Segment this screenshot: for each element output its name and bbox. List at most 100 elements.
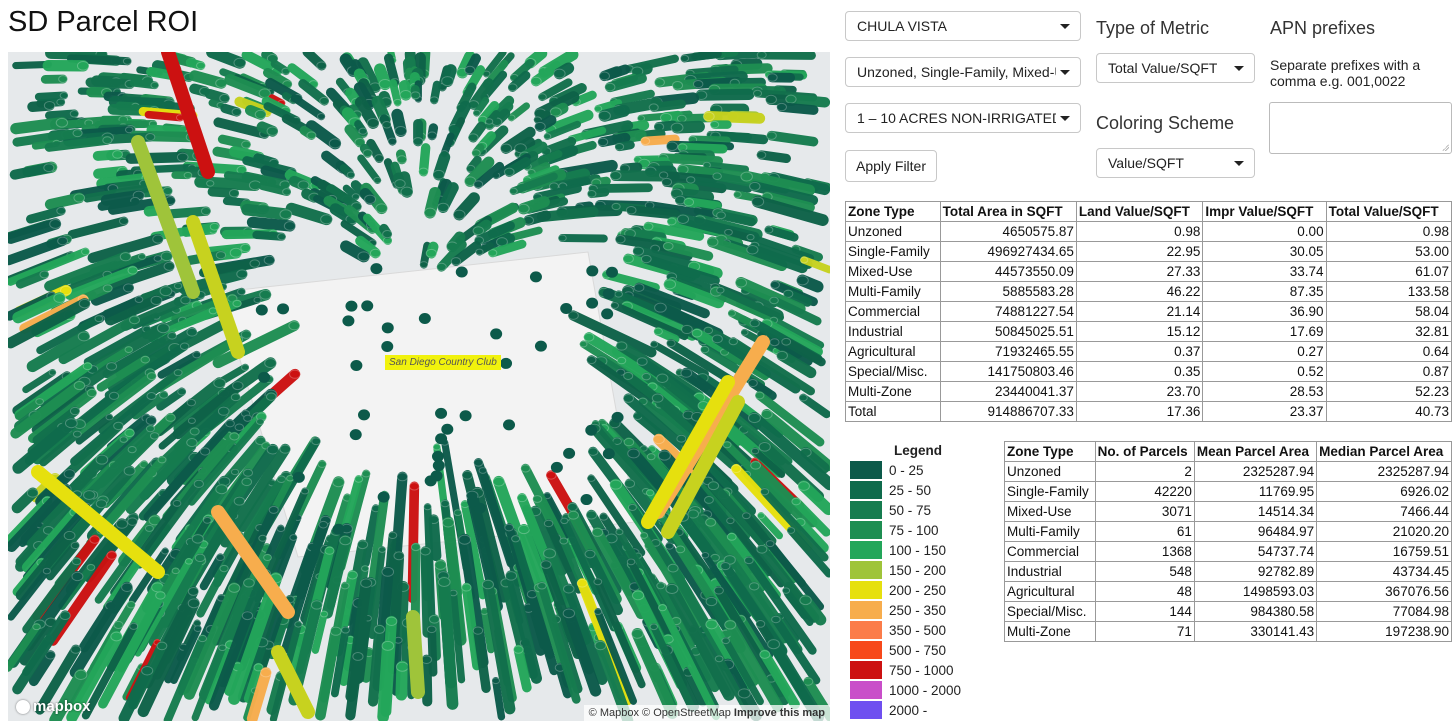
table-cell: 548 — [1094, 561, 1195, 582]
table-row: Total 914886707.33 17.36 23.37 40.73 — [845, 401, 1453, 422]
coloring-label: Coloring Scheme — [1096, 113, 1235, 133]
table-row: Commercial 1368 54737.74 16759.51 — [1004, 541, 1452, 562]
landuse-select-value: 1 – 10 ACRES NON-IRRIGATED, — [857, 110, 1056, 126]
parcel-header-cell: Mean Parcel Area — [1193, 441, 1318, 462]
table-cell: 22.95 — [1075, 241, 1204, 262]
table-row: Commercial 74881227.54 21.14 36.90 58.04 — [845, 301, 1453, 322]
city-select[interactable]: CHULA VISTA — [845, 11, 1081, 41]
table-cell: 984380.58 — [1193, 601, 1318, 622]
legend-item: 100 - 150 — [849, 540, 967, 560]
zone-select[interactable]: Unzoned, Single-Family, Mixed-Us — [845, 57, 1081, 87]
apn-label: APN prefixes — [1270, 18, 1376, 38]
legend-swatch — [849, 540, 883, 560]
table-cell: Industrial — [845, 321, 941, 342]
table-cell: 54737.74 — [1193, 541, 1318, 562]
table-cell: Total — [845, 401, 941, 422]
parcel-header-cell: Median Parcel Area — [1316, 441, 1452, 462]
table-cell: 144 — [1094, 601, 1195, 622]
coloring-select[interactable]: Value/SQFT — [1096, 148, 1255, 178]
table-cell: 23.37 — [1202, 401, 1327, 422]
table-cell: 0.64 — [1325, 341, 1453, 362]
legend-label: 25 - 50 — [889, 482, 932, 498]
zone-select-value: Unzoned, Single-Family, Mixed-Us — [857, 64, 1056, 80]
table-cell: 5885583.28 — [939, 281, 1077, 302]
table-cell: 914886707.33 — [939, 401, 1077, 422]
table-cell: 0.52 — [1202, 361, 1327, 382]
table-cell: 141750803.46 — [939, 361, 1077, 382]
table-cell: Single-Family — [1004, 481, 1096, 502]
value-header-cell: Land Value/SQFT — [1075, 201, 1204, 222]
legend-item: 500 - 750 — [849, 640, 967, 660]
page-title: SD Parcel ROI — [8, 6, 199, 38]
table-cell: 3071 — [1094, 501, 1195, 522]
table-cell: Unzoned — [845, 221, 941, 242]
legend-label: 250 - 350 — [889, 602, 947, 618]
table-cell: 0.27 — [1202, 341, 1327, 362]
chevron-down-icon — [1060, 24, 1070, 29]
legend-label: 100 - 150 — [889, 542, 947, 558]
metric-select-value: Total Value/SQFT — [1108, 60, 1218, 76]
table-row: Agricultural 71932465.55 0.37 0.27 0.64 — [845, 341, 1453, 362]
table-cell: 0.98 — [1325, 221, 1453, 242]
map-attribution: © Mapbox © OpenStreetMap Improve this ma… — [583, 705, 830, 721]
table-cell: 50845025.51 — [939, 321, 1077, 342]
table-cell: 330141.43 — [1193, 621, 1318, 642]
legend-item: 50 - 75 — [849, 500, 967, 520]
legend-swatch — [849, 660, 883, 680]
attribution-mapbox[interactable]: © Mapbox — [589, 707, 639, 719]
legend-swatch — [849, 500, 883, 520]
map-canvas[interactable] — [8, 52, 830, 721]
table-cell: 28.53 — [1202, 381, 1327, 402]
legend-item: 250 - 350 — [849, 600, 967, 620]
table-cell: 0.00 — [1202, 221, 1327, 242]
table-cell: 96484.97 — [1193, 521, 1318, 542]
parcel-table-header: Zone Type No. of Parcels Mean Parcel Area M… — [1004, 441, 1452, 462]
legend-label: 350 - 500 — [889, 622, 947, 638]
table-cell: 92782.89 — [1193, 561, 1318, 582]
table-row: Multi-Family 61 96484.97 21020.20 — [1004, 521, 1452, 542]
table-row: Unzoned 4650575.87 0.98 0.00 0.98 — [845, 221, 1453, 242]
attribution-improve-link[interactable]: Improve this map — [734, 707, 825, 719]
attribution-osm[interactable]: © OpenStreetMap — [642, 707, 731, 719]
table-cell: 1498593.03 — [1193, 581, 1318, 602]
table-cell: 15.12 — [1075, 321, 1204, 342]
table-cell: 53.00 — [1325, 241, 1453, 262]
map-view[interactable]: San Diego Country Club mapbox © Mapbox ©… — [8, 52, 830, 721]
table-cell: Multi-Zone — [845, 381, 941, 402]
table-cell: 87.35 — [1202, 281, 1327, 302]
landuse-select[interactable]: 1 – 10 ACRES NON-IRRIGATED, — [845, 103, 1081, 133]
resize-handle-icon[interactable] — [1442, 144, 1449, 151]
table-cell: 27.33 — [1075, 261, 1204, 282]
table-cell: 71932465.55 — [939, 341, 1077, 362]
table-row: Mixed-Use 3071 14514.34 7466.44 — [1004, 501, 1452, 522]
table-cell: 2325287.94 — [1193, 461, 1318, 482]
table-row: Industrial 50845025.51 15.12 17.69 32.81 — [845, 321, 1453, 342]
apn-input[interactable] — [1269, 102, 1452, 154]
legend-item: 750 - 1000 — [849, 660, 967, 680]
mapbox-logo[interactable]: mapbox — [16, 698, 91, 715]
table-cell: Commercial — [845, 301, 941, 322]
table-cell: Agricultural — [845, 341, 941, 362]
table-cell: 2 — [1094, 461, 1195, 482]
legend-item: 350 - 500 — [849, 620, 967, 640]
table-cell: 0.98 — [1075, 221, 1204, 242]
table-cell: Multi-Family — [1004, 521, 1096, 542]
table-cell: 33.74 — [1202, 261, 1327, 282]
metric-select[interactable]: Total Value/SQFT — [1096, 53, 1255, 83]
legend-item: 1000 - 2000 — [849, 680, 967, 700]
legend: Legend 0 - 25 25 - 50 50 - 75 75 - 100 100 -… — [849, 442, 967, 720]
chevron-down-icon — [1060, 70, 1070, 75]
table-cell: 21020.20 — [1316, 521, 1452, 542]
table-cell: 6926.02 — [1316, 481, 1452, 502]
apply-filter-button[interactable]: Apply Filter — [845, 150, 937, 182]
table-cell: 46.22 — [1075, 281, 1204, 302]
parcel-table: Zone Type No. of Parcels Mean Parcel Area M… — [1004, 441, 1452, 642]
legend-title: Legend — [893, 443, 942, 458]
table-row: Single-Family 42220 11769.95 6926.02 — [1004, 481, 1452, 502]
legend-item: 0 - 25 — [849, 460, 967, 480]
table-cell: 14514.34 — [1193, 501, 1318, 522]
legend-swatch — [849, 620, 883, 640]
table-cell: 23440041.37 — [939, 381, 1077, 402]
table-cell: 21.14 — [1075, 301, 1204, 322]
chevron-down-icon — [1234, 161, 1244, 166]
